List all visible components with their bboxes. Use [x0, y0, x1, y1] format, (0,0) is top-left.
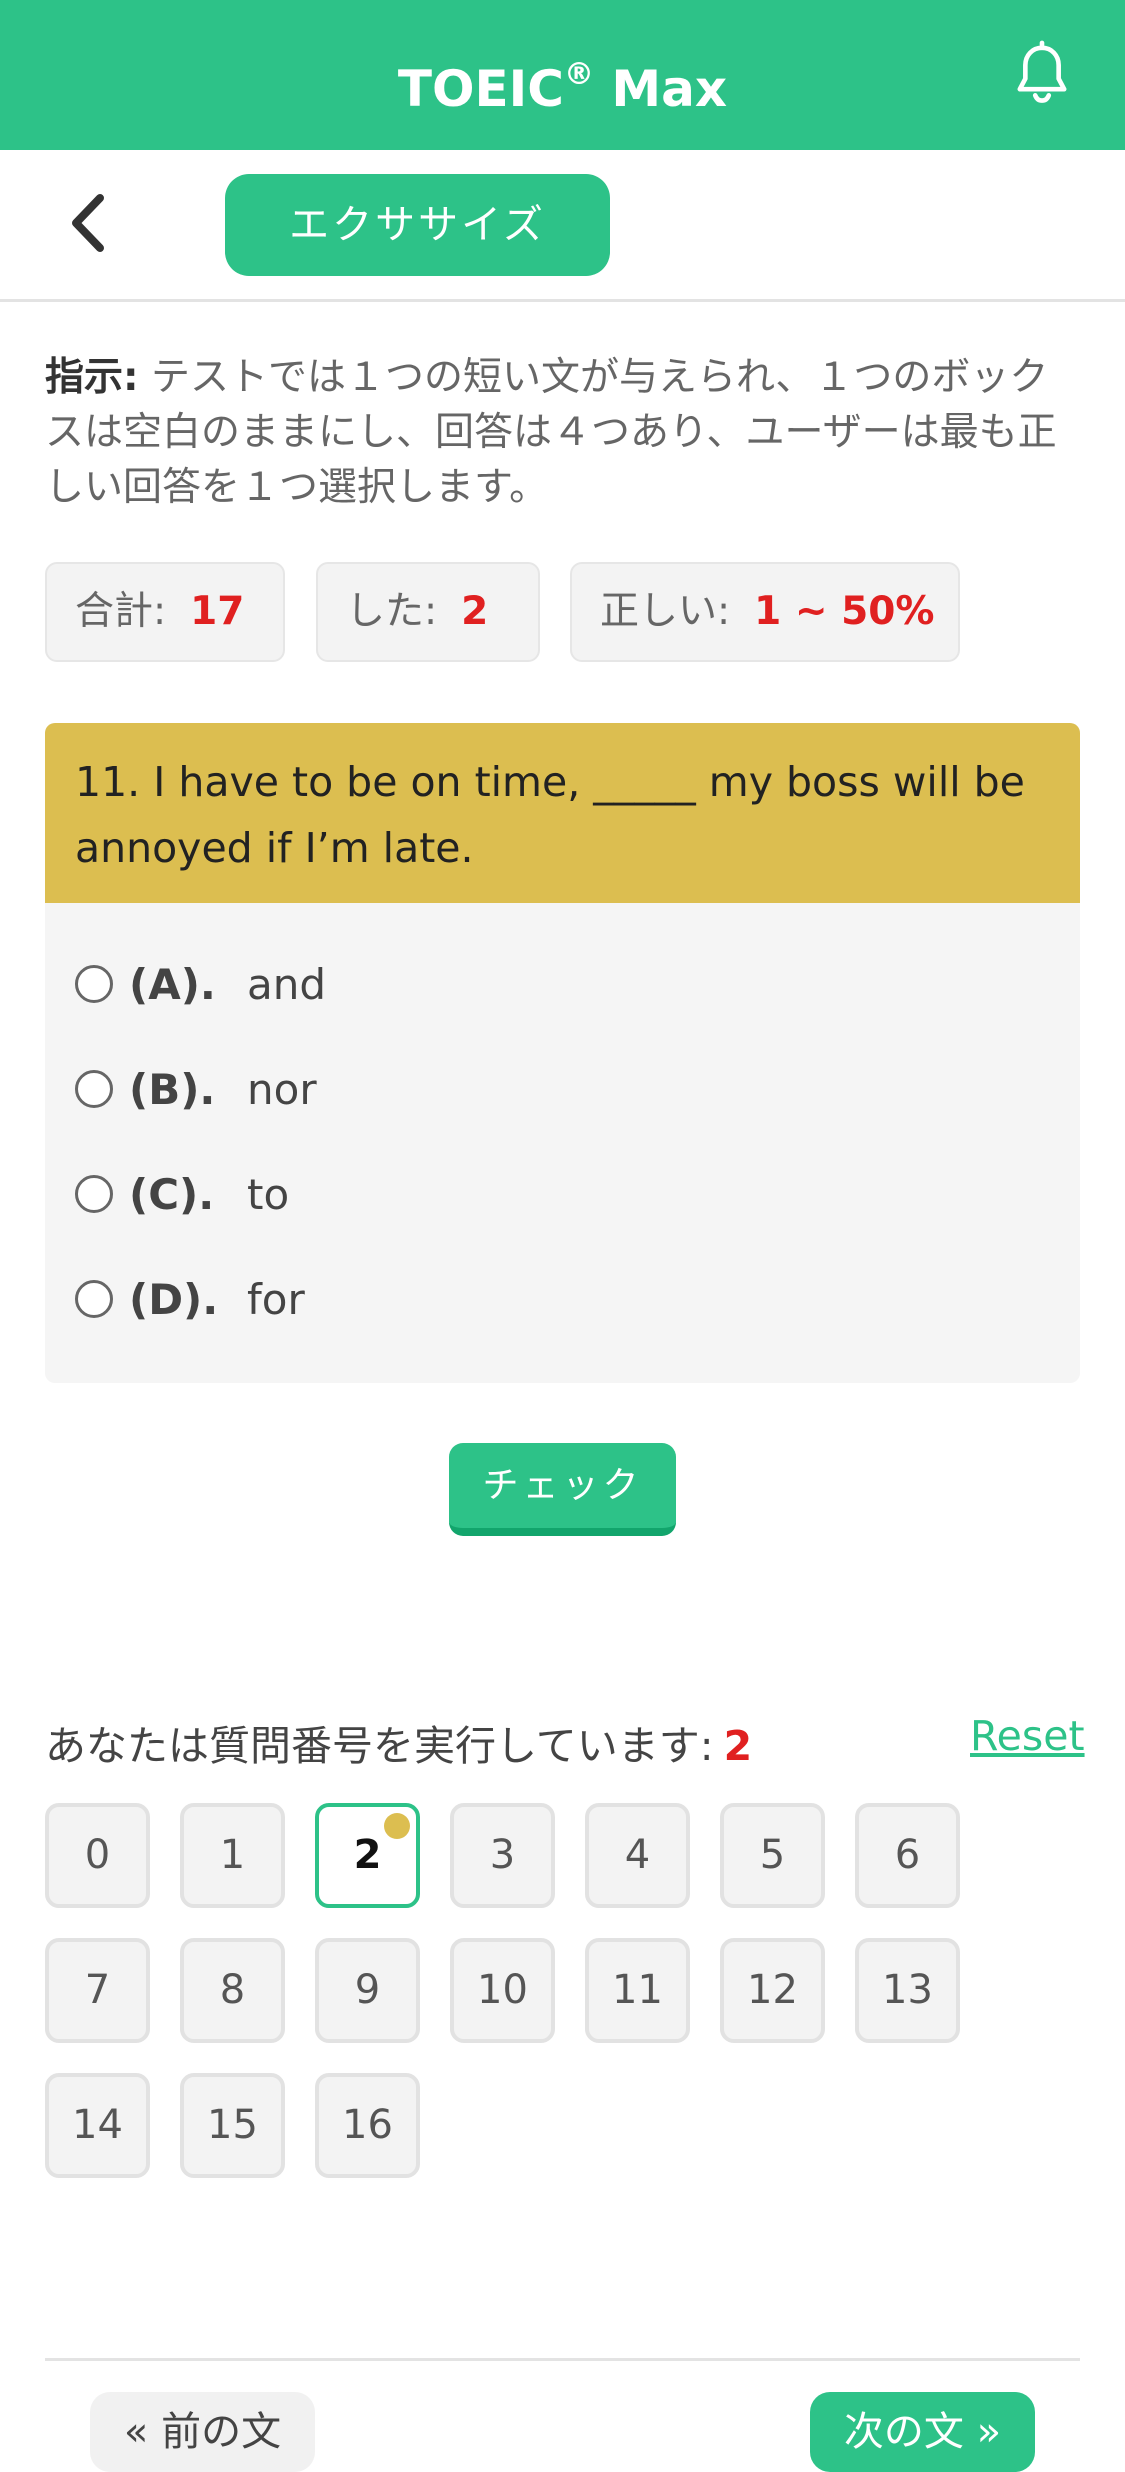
option-letter: (A). [129, 960, 216, 1009]
question-number-button[interactable]: 3 [450, 1803, 555, 1908]
stat-total: 合計: 17 [45, 562, 285, 662]
progress-label: あなたは質問番号を実行しています: 2 [45, 1712, 752, 1772]
stat-correct-value: 1 ~ 50% [754, 589, 935, 634]
option-letter: (D). [129, 1275, 219, 1324]
question-number-button[interactable]: 0 [45, 1803, 150, 1908]
option-text: nor [247, 1065, 317, 1114]
footer-divider [45, 2358, 1080, 2361]
option-text: and [247, 960, 327, 1009]
option-text: to [247, 1170, 290, 1219]
app-title: TOEIC® Max [0, 0, 1125, 150]
stat-correct-label: 正しい: [600, 589, 731, 634]
question-number-button[interactable]: 9 [315, 1938, 420, 2043]
question-number-grid: 0 1 2 3 4 5 6 7 8 9 10 11 12 13 14 15 16 [45, 1803, 1080, 2183]
question-number-label: 2 [353, 1832, 382, 1878]
radio-icon[interactable] [75, 1070, 113, 1108]
question-number-button[interactable]: 15 [180, 2073, 285, 2178]
option-b[interactable]: (B). nor [75, 1050, 975, 1130]
radio-icon[interactable] [75, 1175, 113, 1213]
question-number-button[interactable]: 6 [855, 1803, 960, 1908]
question-text: 11. I have to be on time, _____ my boss … [45, 723, 1080, 903]
question-number-button[interactable]: 13 [855, 1938, 960, 2043]
question-number-button[interactable]: 12 [720, 1938, 825, 2043]
question-number-button[interactable]: 8 [180, 1938, 285, 2043]
prev-sentence-button[interactable]: « 前の文 [90, 2392, 315, 2472]
stat-total-value: 17 [190, 589, 245, 634]
stat-done-value: 2 [461, 589, 489, 634]
option-letter: (C). [129, 1170, 215, 1219]
exercise-tab[interactable]: エクササイズ [225, 174, 610, 276]
option-a[interactable]: (A). and [75, 945, 975, 1025]
registered-mark: ® [563, 57, 594, 92]
instructions: 指示: テストでは１つの短い文が与えられ、１つのボックスは空白のままにし、回答は… [45, 350, 1075, 515]
stat-done-label: した: [346, 589, 438, 634]
option-d[interactable]: (D). for [75, 1260, 975, 1340]
question-number-button[interactable]: 11 [585, 1938, 690, 2043]
question-number-button[interactable]: 16 [315, 2073, 420, 2178]
check-button[interactable]: チェック [449, 1443, 676, 1536]
app-title-rest: Max [593, 60, 728, 118]
question-number-button-current[interactable]: 2 [315, 1803, 420, 1908]
progress-current: 2 [723, 1722, 753, 1770]
question-number-button[interactable]: 4 [585, 1803, 690, 1908]
question-number-button[interactable]: 7 [45, 1938, 150, 2043]
radio-icon[interactable] [75, 1280, 113, 1318]
option-letter: (B). [129, 1065, 216, 1114]
option-text: for [247, 1275, 305, 1324]
progress-label-text: あなたは質問番号を実行しています: [45, 1722, 714, 1770]
nav-bar: エクササイズ [0, 150, 1125, 302]
bell-icon[interactable] [1005, 38, 1079, 112]
instructions-label: 指示: [45, 355, 139, 400]
question-number-button[interactable]: 10 [450, 1938, 555, 2043]
question-card: 11. I have to be on time, _____ my boss … [45, 723, 1080, 1383]
instructions-text: テストでは１つの短い文が与えられ、１つのボックスは空白のままにし、回答は４つあり… [45, 355, 1057, 510]
radio-icon[interactable] [75, 965, 113, 1003]
next-sentence-button[interactable]: 次の文 » [810, 2392, 1035, 2472]
option-c[interactable]: (C). to [75, 1155, 975, 1235]
stat-total-label: 合計: [75, 589, 167, 634]
app-title-main: TOEIC [397, 60, 564, 118]
chevron-left-icon[interactable] [60, 188, 120, 258]
question-number-button[interactable]: 5 [720, 1803, 825, 1908]
stat-done: した: 2 [316, 562, 540, 662]
reset-link[interactable]: Reset [970, 1712, 1085, 1760]
answered-dot-icon [384, 1813, 410, 1839]
app-header: TOEIC® Max [0, 0, 1125, 150]
question-number-button[interactable]: 1 [180, 1803, 285, 1908]
question-number-button[interactable]: 14 [45, 2073, 150, 2178]
stat-correct: 正しい: 1 ~ 50% [570, 562, 960, 662]
